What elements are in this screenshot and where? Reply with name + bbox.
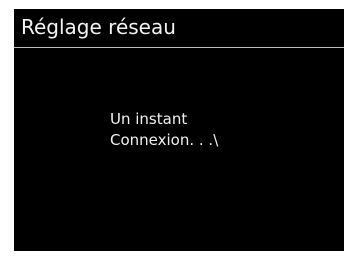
status-message: Un instant Connexion. . .\ [110,109,218,151]
display-screen: Réglage réseau Un instant Connexion. . .… [14,9,344,251]
status-message-line-wait: Un instant [110,110,188,128]
title-bar: Réglage réseau [14,9,344,47]
status-message-line-connecting: Connexion. . .\ [110,131,219,149]
device-frame: Réglage réseau Un instant Connexion. . .… [0,0,358,258]
page-title: Réglage réseau [21,15,176,39]
title-divider [14,47,344,48]
